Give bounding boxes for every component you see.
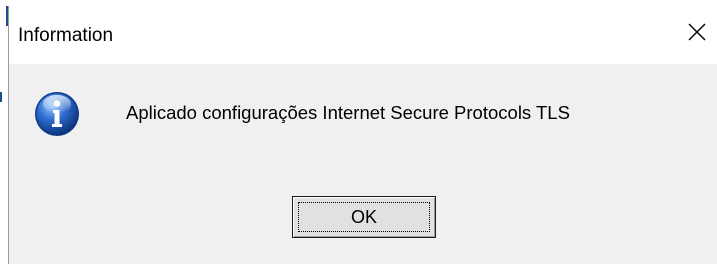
title-bar[interactable]: Information: [9, 6, 717, 64]
close-icon: [688, 23, 706, 41]
ok-button-label: OK: [298, 202, 430, 232]
dialog-body: Aplicado configurações Internet Secure P…: [9, 64, 717, 264]
ok-button[interactable]: OK: [292, 196, 436, 238]
information-dialog: Information Aplicado configurações Inter…: [8, 6, 717, 264]
background-window-edge: [0, 92, 2, 102]
close-button[interactable]: [681, 16, 713, 48]
dialog-message: Aplicado configurações Internet Secure P…: [126, 102, 570, 123]
window-title: Information: [18, 25, 114, 46]
info-icon: [34, 91, 80, 137]
